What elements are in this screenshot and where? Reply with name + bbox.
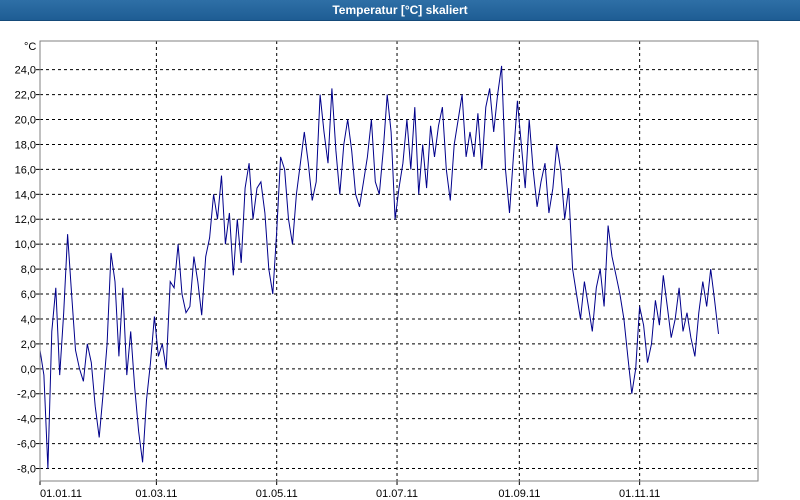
x-tick-label: 01.09.11	[498, 488, 540, 500]
y-tick-label: 20,0	[15, 115, 36, 127]
y-tick-label: 2,0	[21, 339, 36, 351]
y-tick-label: 22,0	[15, 90, 36, 102]
x-tick-label: 01.11.11	[619, 488, 660, 500]
y-tick-label: 14,0	[15, 189, 36, 201]
y-tick-label: 6,0	[21, 289, 36, 301]
y-tick-label: 8,0	[21, 264, 36, 276]
window-titlebar: Temperatur [°C] skaliert	[0, 0, 800, 21]
x-axis-ticks: 01.01.11 01.03.11 01.05.11 01.07.11 01.09.11…	[39, 481, 660, 500]
y-axis-unit-label: °C	[24, 41, 36, 53]
x-tick-label: 01.01.11	[40, 488, 82, 500]
chart-window: Temperatur [°C] skaliert °C -8,0 -6,0 -4,0…	[0, 0, 800, 500]
plot-area	[40, 41, 758, 481]
y-tick-label: 10,0	[15, 239, 36, 251]
y-tick-label: -2,0	[17, 389, 36, 401]
x-tick-label: 01.03.11	[135, 488, 177, 500]
y-tick-label: 4,0	[21, 314, 36, 326]
y-axis-ticks: -8,0 -6,0 -4,0 -2,0 0,0 2,0 4,0 6,0 8,0 10,0 12,0 1…	[15, 65, 40, 476]
temperature-chart: °C -8,0 -6,0 -4,0 -2,0 0,0 2,0 4,0 6,0 8,0 10,0 12…	[15, 40, 759, 500]
y-tick-label: 24,0	[15, 65, 36, 77]
window-title: Temperatur [°C] skaliert	[332, 3, 468, 17]
y-tick-label: -4,0	[17, 414, 36, 426]
y-tick-label: 12,0	[15, 214, 36, 226]
x-tick-label: 01.07.11	[376, 488, 418, 500]
y-tick-label: -8,0	[17, 464, 36, 476]
y-tick-label: 16,0	[15, 164, 36, 176]
y-tick-label: 0,0	[21, 364, 36, 376]
y-tick-label: -6,0	[17, 439, 36, 451]
y-tick-label: 18,0	[15, 139, 36, 151]
x-tick-label: 01.05.11	[256, 488, 298, 500]
